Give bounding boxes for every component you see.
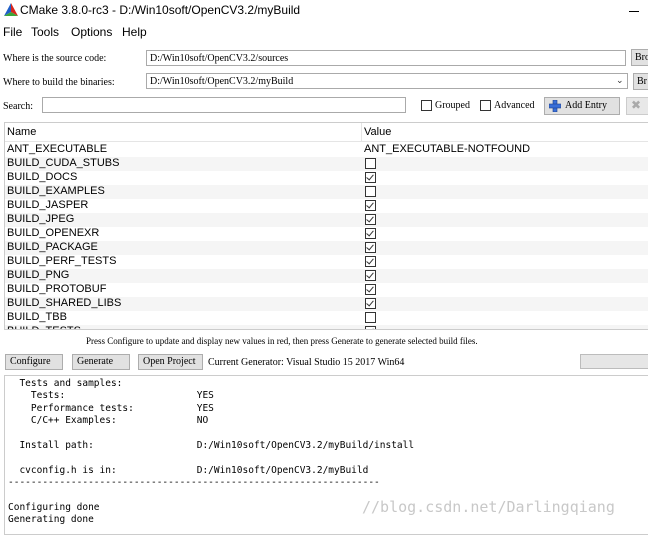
output-line: Install path: D:/Win10soft/OpenCV3.2/myB… <box>8 440 415 451</box>
entry-value-checkbox[interactable] <box>365 200 376 211</box>
column-value-header[interactable]: Value <box>364 126 391 138</box>
build-path-combo[interactable]: D:/Win10soft/OpenCV3.2/myBuild <box>146 73 628 89</box>
title-bar: CMake 3.8.0-rc3 - D:/Win10soft/OpenCV3.2… <box>0 0 648 20</box>
search-label: Search: <box>3 101 33 112</box>
configure-button[interactable]: Configure <box>5 354 63 370</box>
output-line: Performance tests: YES <box>8 402 214 414</box>
entry-name: ANT_EXECUTABLE <box>7 143 108 155</box>
table-row[interactable]: BUILD_DOCS <box>5 171 648 185</box>
entry-name: BUILD_SHARED_LIBS <box>7 297 122 309</box>
entry-value-checkbox[interactable] <box>365 312 376 323</box>
table-header: Name Value <box>5 123 648 142</box>
entry-name: BUILD_PROTOBUF <box>7 283 107 295</box>
column-divider[interactable] <box>361 123 362 141</box>
source-label: Where is the source code: <box>3 53 107 64</box>
entry-name: BUILD_DOCS <box>7 171 78 183</box>
table-row[interactable]: BUILD_JASPER <box>5 199 648 213</box>
watermark-text: //blog.csdn.net/Darlingqiang <box>362 498 615 516</box>
menu-tools[interactable]: Tools <box>31 25 59 39</box>
browse-source-button[interactable]: Bro <box>631 49 648 66</box>
table-row[interactable]: BUILD_PROTOBUF <box>5 283 648 297</box>
menu-help[interactable]: Help <box>122 25 147 39</box>
output-line: Tests and samples: <box>8 378 123 389</box>
search-input[interactable] <box>42 97 406 113</box>
entry-name: BUILD_EXAMPLES <box>7 185 105 197</box>
add-entry-button[interactable]: Add Entry <box>544 97 620 115</box>
advanced-checkbox[interactable] <box>480 100 491 111</box>
table-row[interactable]: ANT_EXECUTABLE ANT_EXECUTABLE-NOTFOUND <box>5 143 648 157</box>
build-label: Where to build the binaries: <box>3 77 115 88</box>
table-row[interactable]: BUILD_EXAMPLES <box>5 185 648 199</box>
output-line: ----------------------------------------… <box>8 477 380 489</box>
current-generator-label: Current Generator: Visual Studio 15 2017… <box>208 357 405 368</box>
entry-name: BUILD_TBB <box>7 311 67 323</box>
browse-build-button[interactable]: Br <box>633 73 648 90</box>
entry-value-checkbox[interactable] <box>365 326 376 329</box>
entry-value[interactable]: ANT_EXECUTABLE-NOTFOUND <box>364 143 530 155</box>
menu-options[interactable]: Options <box>71 25 112 39</box>
entry-value-checkbox[interactable] <box>365 228 376 239</box>
table-row[interactable]: BUILD_PERF_TESTS <box>5 255 648 269</box>
table-row[interactable]: BUILD_PNG <box>5 269 648 283</box>
status-message: Press Configure to update and display ne… <box>86 336 478 346</box>
output-line: C/C++ Examples: NO <box>8 415 209 427</box>
grouped-checkbox[interactable] <box>421 100 432 111</box>
menu-file[interactable]: File <box>3 25 22 39</box>
entry-value-checkbox[interactable] <box>365 298 376 309</box>
table-row[interactable]: BUILD_TESTS <box>5 325 648 329</box>
output-line: Tests: YES <box>8 390 214 402</box>
open-project-button[interactable]: Open Project <box>138 354 203 370</box>
source-path-input[interactable]: D:/Win10soft/OpenCV3.2/sources <box>146 50 626 66</box>
generate-button[interactable]: Generate <box>72 354 130 370</box>
entry-value-checkbox[interactable] <box>365 186 376 197</box>
entry-name: BUILD_TESTS <box>7 325 81 329</box>
entry-name: BUILD_CUDA_STUBS <box>7 157 120 169</box>
entry-name: BUILD_PACKAGE <box>7 241 98 253</box>
add-entry-label: Add Entry <box>565 100 607 111</box>
minimize-button[interactable] <box>627 3 645 17</box>
column-name-header[interactable]: Name <box>7 126 36 138</box>
entry-value-checkbox[interactable] <box>365 158 376 169</box>
output-line: cvconfig.h is in: D:/Win10soft/OpenCV3.2… <box>8 464 369 476</box>
output-line: Configuring done <box>8 502 100 513</box>
entry-value-checkbox[interactable] <box>365 214 376 225</box>
output-line: Generating done <box>8 514 94 526</box>
table-row[interactable]: BUILD_TBB <box>5 311 648 325</box>
remove-entry-button[interactable]: ✖ <box>626 97 648 115</box>
entry-value-checkbox[interactable] <box>365 270 376 281</box>
remove-icon: ✖ <box>631 98 642 112</box>
entry-name: BUILD_JPEG <box>7 213 75 225</box>
entry-name: BUILD_JASPER <box>7 199 89 211</box>
table-row[interactable]: BUILD_CUDA_STUBS <box>5 157 648 171</box>
entry-value-checkbox[interactable] <box>365 284 376 295</box>
advanced-label: Advanced <box>494 100 535 111</box>
table-row[interactable]: BUILD_JPEG <box>5 213 648 227</box>
cmake-logo-icon <box>4 3 18 16</box>
entry-name: BUILD_PERF_TESTS <box>7 255 117 267</box>
cache-table[interactable]: Name Value ANT_EXECUTABLE ANT_EXECUTABLE-… <box>4 122 648 330</box>
entry-value-checkbox[interactable] <box>365 172 376 183</box>
plus-icon <box>549 100 561 112</box>
chevron-down-icon[interactable]: ⌄ <box>616 75 626 87</box>
entry-value-checkbox[interactable] <box>365 242 376 253</box>
grouped-label: Grouped <box>435 100 470 111</box>
table-row[interactable]: BUILD_PACKAGE <box>5 241 648 255</box>
minimize-icon <box>629 11 639 12</box>
progress-bar <box>580 354 648 369</box>
entry-name: BUILD_PNG <box>7 269 70 281</box>
table-row[interactable]: BUILD_SHARED_LIBS <box>5 297 648 311</box>
table-row[interactable]: BUILD_OPENEXR <box>5 227 648 241</box>
entry-name: BUILD_OPENEXR <box>7 227 100 239</box>
window-title: CMake 3.8.0-rc3 - D:/Win10soft/OpenCV3.2… <box>20 3 301 17</box>
entry-value-checkbox[interactable] <box>365 256 376 267</box>
